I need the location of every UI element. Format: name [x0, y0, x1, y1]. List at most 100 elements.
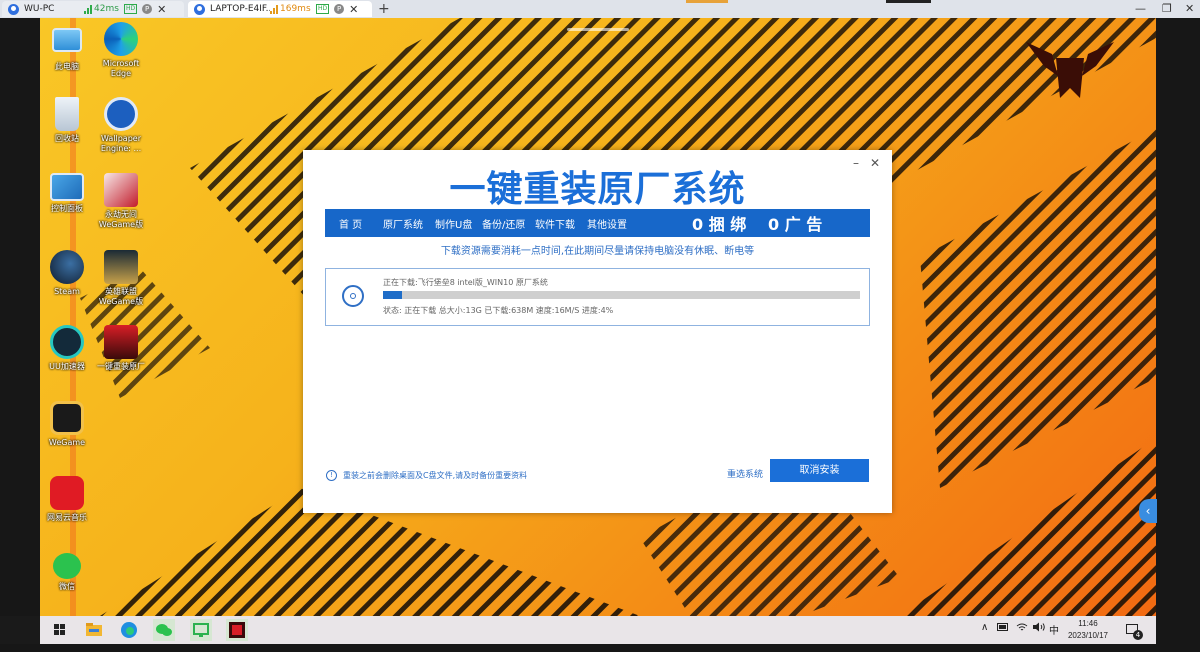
netease-music-icon — [50, 476, 84, 510]
p-badge: P — [334, 4, 345, 14]
signal-icon — [84, 4, 92, 14]
remote-tab-name: LAPTOP-E4IF... — [210, 4, 270, 14]
lol-icon — [104, 250, 138, 284]
desktop-icon-label: 控制面板 — [51, 204, 83, 213]
taskbar-wechat[interactable] — [153, 619, 175, 641]
wifi-icon[interactable] — [1016, 622, 1028, 635]
desktop-icon-wallpaper-engine[interactable]: Wallpaper Engine: ... — [94, 97, 148, 154]
ping-label: 42ms — [94, 4, 119, 14]
nav-home[interactable]: 首 页 — [339, 216, 362, 231]
close-tab-icon[interactable]: ✕ — [157, 3, 166, 16]
volume-icon[interactable] — [1032, 622, 1046, 635]
sidebar-toggle-button[interactable]: ‹ — [1139, 499, 1157, 523]
close-window-icon[interactable]: ✕ — [1185, 2, 1194, 15]
reinstall-icon — [229, 622, 245, 638]
nav-oem-system[interactable]: 原厂系统 — [383, 216, 423, 231]
ping-label: 169ms — [280, 4, 311, 14]
desktop-icon-label: 微信 — [59, 582, 75, 591]
desktop-icon-reinstall[interactable]: 一键重装原厂 — [94, 325, 148, 372]
desktop-icon-uu[interactable]: UU加速器 — [40, 325, 94, 372]
installer-nav: 首 页 原厂系统 制作U盘 备份/还原 软件下载 其他设置 0 捆 绑 0 广 … — [325, 209, 870, 237]
progress-bar — [383, 291, 860, 299]
restore-window-icon[interactable]: ❐ — [1162, 2, 1172, 15]
recycle-bin-icon — [55, 97, 79, 131]
installer-window: – ✕ 一键重装原厂系统 首 页 原厂系统 制作U盘 备份/还原 软件下载 其他… — [303, 150, 892, 513]
show-hidden-icons[interactable]: ∧ — [981, 622, 988, 633]
desktop-icon-wegame[interactable]: WeGame — [40, 401, 94, 448]
taskbar-remote-app[interactable] — [190, 619, 212, 641]
remote-tab-laptop[interactable]: LAPTOP-E4IF... 169ms HD P ✕ — [188, 1, 372, 17]
folder-icon — [86, 623, 102, 636]
drag-handle[interactable] — [567, 28, 629, 31]
notification-count: 4 — [1133, 630, 1143, 640]
promo-no-ads: 0 广 告 — [768, 215, 823, 234]
desktop-icon-netease-music[interactable]: 网易云音乐 — [40, 476, 94, 523]
desktop-icon-label: Wallpaper Engine: ... — [100, 134, 142, 153]
taskbar: ∧ 中 11:46 2023/10/17 4 — [40, 616, 1156, 644]
cancel-install-button[interactable]: 取消安装 — [770, 459, 869, 482]
taskbar-reinstall[interactable] — [226, 619, 248, 641]
desktop-icon-wechat[interactable]: 微信 — [40, 553, 94, 592]
hd-badge: HD — [124, 4, 138, 14]
desktop-icon-recycle-bin[interactable]: 回收站 — [40, 97, 94, 144]
nav-other-settings[interactable]: 其他设置 — [587, 216, 627, 231]
control-panel-icon — [50, 173, 84, 201]
taskbar-clock[interactable]: 11:46 2023/10/17 — [1056, 618, 1120, 642]
wechat-icon — [53, 553, 81, 579]
reselect-system-button[interactable]: 重选系统 — [727, 467, 763, 480]
desktop-frame-right — [1156, 18, 1200, 652]
desktop-icon-label: WeGame — [48, 438, 86, 447]
close-tab-icon[interactable]: ✕ — [349, 3, 358, 16]
p-badge: P — [142, 4, 153, 14]
hd-badge: HD — [316, 4, 330, 14]
nav-backup-restore[interactable]: 备份/还原 — [482, 216, 525, 231]
desktop-icon-control-panel[interactable]: 控制面板 — [40, 173, 94, 214]
steam-icon — [50, 250, 84, 284]
nav-make-usb[interactable]: 制作U盘 — [435, 216, 472, 231]
warning-text: 重装之前会删除桌面及C盘文件,请及时备份重要资料 — [343, 471, 528, 480]
promo-no-bundle: 0 捆 绑 — [692, 215, 747, 234]
desktop-icon-label: Microsoft Edge — [102, 59, 140, 78]
remote-tab-wu-pc[interactable]: WU-PC 42ms HD P ✕ — [2, 1, 184, 17]
wechat-icon — [156, 624, 172, 636]
wallpaper-engine-icon — [104, 97, 138, 131]
minimize-window-icon[interactable]: — — [1135, 2, 1146, 15]
remote-tab-name: WU-PC — [24, 4, 55, 14]
start-button[interactable] — [49, 619, 71, 641]
desktop-icon-label: UU加速器 — [49, 362, 85, 371]
battery-icon[interactable] — [997, 622, 1009, 635]
download-task: 正在下载:飞行堡垒8 intel版_WIN10 原厂系统 状态: 正在下载 总大… — [325, 268, 870, 326]
signal-icon — [270, 4, 278, 14]
uu-accelerator-icon — [50, 325, 84, 359]
taskbar-file-explorer[interactable] — [83, 619, 105, 641]
taskbar-edge[interactable] — [118, 619, 140, 641]
user-avatar-icon — [8, 3, 19, 15]
installer-title: 一键重装原厂系统 — [449, 169, 746, 210]
monitor-icon — [193, 623, 209, 637]
edge-icon — [104, 22, 138, 56]
desktop-icon-label: 一键重装原厂 — [97, 362, 145, 371]
nav-software-download[interactable]: 软件下载 — [535, 216, 575, 231]
edge-icon — [121, 622, 137, 638]
computer-icon — [52, 28, 82, 52]
clock-date: 2023/10/17 — [1067, 631, 1109, 640]
new-tab-button[interactable]: + — [378, 1, 390, 17]
disc-icon — [342, 285, 364, 307]
task-title: 正在下载:飞行堡垒8 intel版_WIN10 原厂系统 — [383, 278, 548, 287]
progress-fill — [383, 291, 403, 299]
user-avatar-icon — [194, 3, 205, 15]
wegame-icon — [50, 401, 84, 435]
desktop-frame-left — [0, 18, 40, 616]
desktop-icon-lol[interactable]: 英雄联盟 WeGame版 — [94, 250, 148, 307]
desktop-icon-label: 永劫无间 WeGame版 — [98, 210, 144, 229]
desktop-icon-naraka[interactable]: 永劫无间 WeGame版 — [94, 173, 148, 230]
desktop-icon-label: 英雄联盟 WeGame版 — [98, 287, 144, 306]
tuf-logo — [1026, 42, 1114, 98]
desktop-frame-bottom — [0, 644, 1200, 652]
clock-time: 11:46 — [1078, 619, 1098, 628]
desktop-icon-steam[interactable]: Steam — [40, 250, 94, 297]
naraka-icon — [104, 173, 138, 207]
desktop-icon-this-pc[interactable]: 此电脑 — [40, 22, 94, 72]
backup-warning: ! 重装之前会删除桌面及C盘文件,请及时备份重要资料 — [326, 470, 527, 481]
desktop-icon-edge[interactable]: Microsoft Edge — [94, 22, 148, 79]
